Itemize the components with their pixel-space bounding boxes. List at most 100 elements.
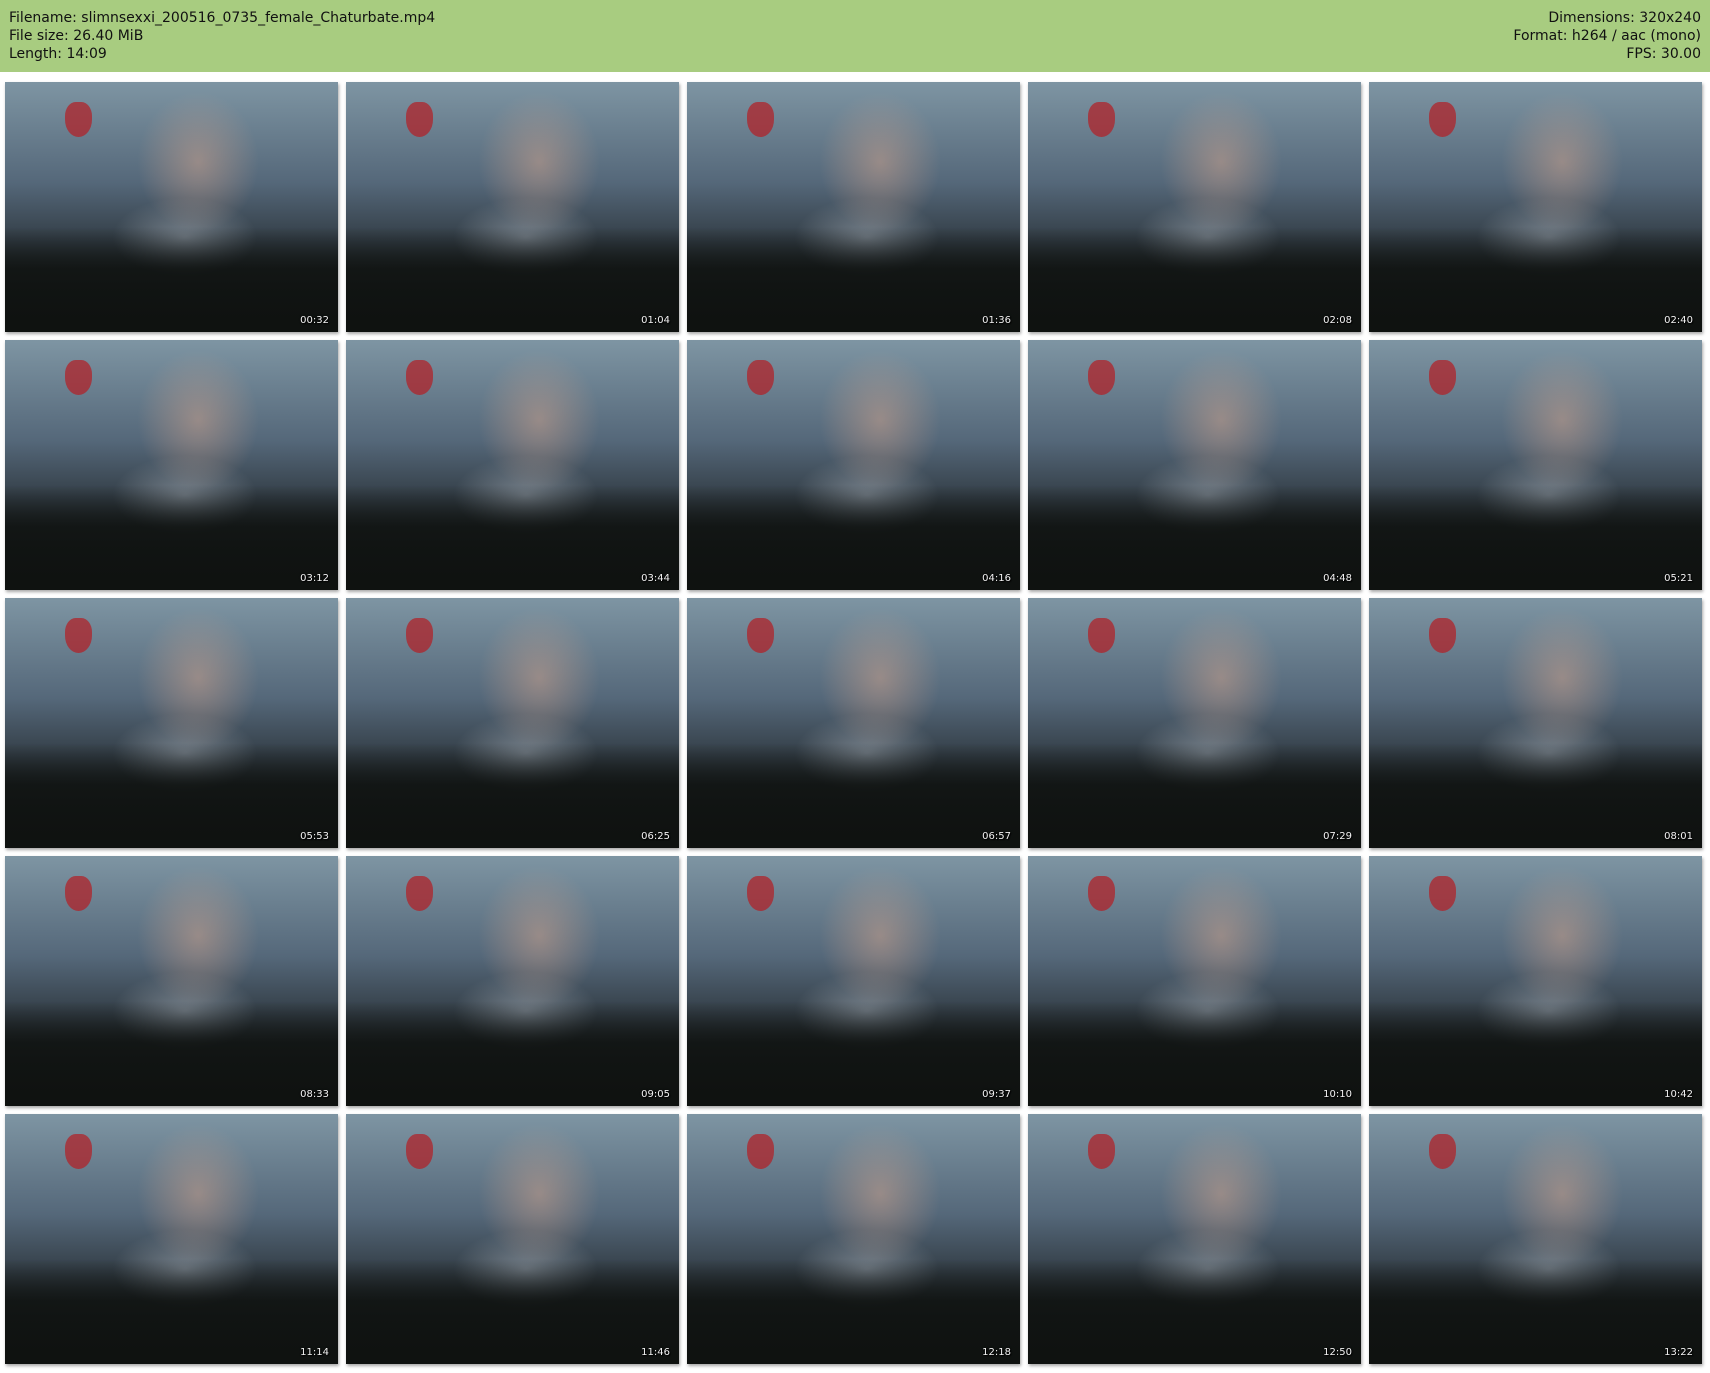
thumbnail-red-object	[1428, 102, 1456, 137]
thumbnail-shadow	[1028, 227, 1361, 332]
video-thumbnail[interactable]: 01:04	[346, 82, 679, 332]
thumbnail-shadow	[346, 1001, 679, 1106]
video-thumbnail[interactable]: 00:32	[5, 82, 338, 332]
thumbnail-red-object	[64, 102, 92, 137]
thumbnail-shadow	[687, 485, 1020, 590]
thumbnail-timestamp: 07:29	[1323, 831, 1352, 842]
thumbnail-red-object	[1428, 360, 1456, 395]
video-thumbnail[interactable]: 12:50	[1028, 1114, 1361, 1364]
thumbnail-shadow	[5, 1001, 338, 1106]
video-thumbnail[interactable]: 02:08	[1028, 82, 1361, 332]
thumbnail-red-object	[405, 1134, 433, 1169]
thumbnail-red-object	[746, 618, 774, 653]
thumbnail-red-object	[1428, 618, 1456, 653]
video-thumbnail[interactable]: 05:21	[1369, 340, 1702, 590]
thumbnail-shadow	[5, 485, 338, 590]
video-thumbnail[interactable]: 08:33	[5, 856, 338, 1106]
thumbnail-timestamp: 01:04	[641, 315, 670, 326]
thumbnail-red-object	[746, 102, 774, 137]
dimensions-text: Dimensions: 320x240	[1548, 10, 1701, 26]
thumbnail-timestamp: 06:25	[641, 831, 670, 842]
video-thumbnail[interactable]: 12:18	[687, 1114, 1020, 1364]
thumbnail-timestamp: 11:46	[641, 1347, 670, 1358]
video-thumbnail[interactable]: 11:46	[346, 1114, 679, 1364]
thumbnail-shadow	[1028, 1259, 1361, 1364]
thumbnail-red-object	[64, 618, 92, 653]
thumbnail-red-object	[1087, 360, 1115, 395]
video-thumbnail[interactable]: 11:14	[5, 1114, 338, 1364]
thumbnail-timestamp: 06:57	[982, 831, 1011, 842]
video-thumbnail[interactable]: 07:29	[1028, 598, 1361, 848]
thumbnail-shadow	[1369, 743, 1702, 848]
thumbnail-timestamp: 10:42	[1664, 1089, 1693, 1100]
video-thumbnail[interactable]: 06:25	[346, 598, 679, 848]
video-thumbnail[interactable]: 03:12	[5, 340, 338, 590]
thumbnail-shadow	[1028, 1001, 1361, 1106]
video-thumbnail[interactable]: 10:42	[1369, 856, 1702, 1106]
info-header: Filename: slimnsexxi_200516_0735_female_…	[0, 0, 1710, 72]
media-info: Dimensions: 320x240 Format: h264 / aac (…	[1513, 9, 1701, 63]
thumbnail-red-object	[64, 876, 92, 911]
thumbnail-timestamp: 02:08	[1323, 315, 1352, 326]
thumbnail-red-object	[1087, 1134, 1115, 1169]
thumbnail-timestamp: 10:10	[1323, 1089, 1352, 1100]
thumbnail-red-object	[746, 360, 774, 395]
thumbnail-shadow	[346, 743, 679, 848]
thumbnail-timestamp: 01:36	[982, 315, 1011, 326]
thumbnail-timestamp: 02:40	[1664, 315, 1693, 326]
thumbnail-red-object	[1428, 876, 1456, 911]
video-thumbnail[interactable]: 08:01	[1369, 598, 1702, 848]
thumbnail-timestamp: 03:44	[641, 573, 670, 584]
video-thumbnail[interactable]: 02:40	[1369, 82, 1702, 332]
thumbnail-timestamp: 08:01	[1664, 831, 1693, 842]
thumbnail-red-object	[746, 1134, 774, 1169]
thumbnail-timestamp: 04:16	[982, 573, 1011, 584]
filename-text: Filename: slimnsexxi_200516_0735_female_…	[9, 10, 436, 26]
thumbnail-shadow	[1028, 743, 1361, 848]
thumbnail-red-object	[1087, 876, 1115, 911]
thumbnail-shadow	[5, 743, 338, 848]
thumbnail-timestamp: 12:50	[1323, 1347, 1352, 1358]
thumbnail-red-object	[1087, 102, 1115, 137]
thumbnail-timestamp: 11:14	[300, 1347, 329, 1358]
file-info: Filename: slimnsexxi_200516_0735_female_…	[9, 9, 435, 63]
thumbnail-timestamp: 00:32	[300, 315, 329, 326]
thumbnail-red-object	[64, 360, 92, 395]
video-thumbnail[interactable]: 09:37	[687, 856, 1020, 1106]
video-thumbnail[interactable]: 06:57	[687, 598, 1020, 848]
fps-text: FPS: 30.00	[1626, 46, 1701, 62]
thumbnail-shadow	[1369, 1259, 1702, 1364]
thumbnail-timestamp: 13:22	[1664, 1347, 1693, 1358]
thumbnail-timestamp: 03:12	[300, 573, 329, 584]
thumbnail-red-object	[405, 876, 433, 911]
thumbnail-grid: 00:32 01:04 01:36 02:08 02:40 03:12 03:44 04:16…	[5, 82, 1705, 1364]
thumbnail-red-object	[746, 876, 774, 911]
thumbnail-timestamp: 08:33	[300, 1089, 329, 1100]
video-thumbnail[interactable]: 09:05	[346, 856, 679, 1106]
video-thumbnail[interactable]: 13:22	[1369, 1114, 1702, 1364]
video-thumbnail[interactable]: 05:53	[5, 598, 338, 848]
thumbnail-timestamp: 12:18	[982, 1347, 1011, 1358]
video-thumbnail[interactable]: 03:44	[346, 340, 679, 590]
thumbnail-shadow	[1028, 485, 1361, 590]
video-thumbnail[interactable]: 01:36	[687, 82, 1020, 332]
thumbnail-shadow	[5, 1259, 338, 1364]
thumbnail-red-object	[405, 102, 433, 137]
length-text: Length: 14:09	[9, 46, 107, 62]
thumbnail-shadow	[1369, 485, 1702, 590]
thumbnail-shadow	[1369, 1001, 1702, 1106]
video-thumbnail[interactable]: 10:10	[1028, 856, 1361, 1106]
thumbnail-timestamp: 05:21	[1664, 573, 1693, 584]
thumbnail-timestamp: 09:05	[641, 1089, 670, 1100]
thumbnail-shadow	[346, 485, 679, 590]
thumbnail-red-object	[1087, 618, 1115, 653]
filesize-text: File size: 26.40 MiB	[9, 28, 144, 44]
thumbnail-shadow	[687, 1001, 1020, 1106]
thumbnail-red-object	[64, 1134, 92, 1169]
video-thumbnail[interactable]: 04:16	[687, 340, 1020, 590]
thumbnail-red-object	[405, 618, 433, 653]
video-thumbnail[interactable]: 04:48	[1028, 340, 1361, 590]
thumbnail-shadow	[346, 227, 679, 332]
thumbnail-shadow	[1369, 227, 1702, 332]
thumbnail-timestamp: 05:53	[300, 831, 329, 842]
